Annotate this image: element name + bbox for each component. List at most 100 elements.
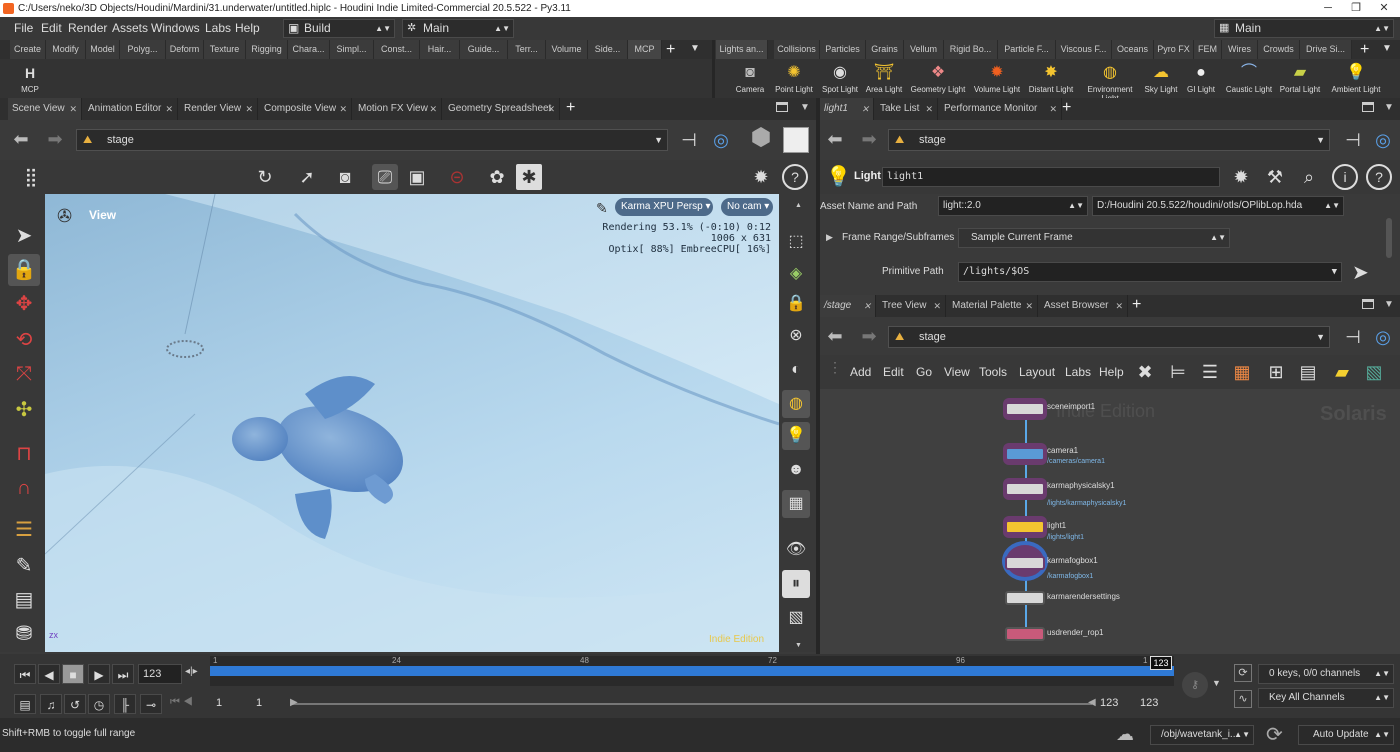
viewport[interactable]: ✇ View ✎ Karma XPU Persp ▾ No cam ▾ Rend…	[45, 194, 779, 652]
network-menu-view[interactable]: View	[944, 361, 970, 384]
maximize-pane-icon[interactable]	[1362, 299, 1374, 309]
shelf-tab-rigid-bodies[interactable]: Rigid Bo...	[944, 40, 998, 59]
menu-labs[interactable]: Labs	[205, 17, 231, 40]
link-icon[interactable]: ◎	[1370, 324, 1396, 350]
pause-render-icon[interactable]: ⏸	[782, 570, 810, 598]
close-tab-icon[interactable]: ✕	[1049, 98, 1057, 120]
camera-tool-icon[interactable]: ◙	[332, 164, 358, 190]
shelf-tab-particles[interactable]: Particles	[820, 40, 866, 59]
maximize-pane-icon[interactable]	[1362, 102, 1374, 112]
network-menu-help[interactable]: Help	[1099, 361, 1124, 384]
shelf-tab-deform[interactable]: Deform	[166, 40, 204, 59]
shelf-tool-environment-light[interactable]: ◍Environment Light	[1080, 62, 1140, 103]
tab-stage-network[interactable]: /stage ✕	[820, 295, 876, 317]
primitive-path-field[interactable]: /lights/$OS ▼	[958, 262, 1342, 282]
back-arrow-icon[interactable]: ⬅	[8, 126, 34, 152]
tab-composite-view[interactable]: Composite View ✕	[260, 98, 352, 120]
loop-icon[interactable]: ↺	[64, 694, 86, 714]
close-tab-icon[interactable]: ✕	[165, 98, 173, 120]
rotate-tool-icon[interactable]: ⟲	[8, 324, 40, 356]
keys-status-field[interactable]: 0 keys, 0/0 channels ▲▼	[1258, 664, 1394, 684]
search-icon[interactable]: ⌕	[1296, 164, 1322, 190]
network-editor[interactable]: Indie Edition Solaris	[820, 389, 1400, 654]
lock-icon[interactable]: 🔒	[8, 254, 40, 286]
handle-tool-icon[interactable]: ⛃	[8, 618, 40, 650]
fps-clock-icon[interactable]: ◷	[88, 694, 110, 714]
shelf-tab-wires[interactable]: Wires	[1222, 40, 1258, 59]
shelf-tab-viscous-fluids[interactable]: Viscous F...	[1056, 40, 1112, 59]
play-button[interactable]: ▶	[88, 664, 110, 684]
cube-icon[interactable]: ⬢	[748, 125, 774, 151]
close-tab-icon[interactable]: ✕	[863, 295, 871, 317]
obj-path-field[interactable]: /obj/wavetank_i... ▲▼	[1150, 725, 1254, 745]
forward-arrow-icon[interactable]: ➡	[42, 126, 68, 152]
wrench-tools-icon[interactable]: ✖	[1132, 359, 1158, 385]
node-karmafogbox1[interactable]	[1005, 556, 1045, 570]
menu-help[interactable]: Help	[235, 17, 260, 40]
scroll-up-icon[interactable]: ▲	[795, 202, 802, 209]
asset-path-field[interactable]: D:/Houdini 20.5.522/houdini/otls/OPlibLo…	[1092, 196, 1344, 216]
help-icon[interactable]: ?	[782, 164, 808, 190]
grid-icon[interactable]: ⊞	[1263, 359, 1289, 385]
environment-light-toggle-icon[interactable]: ◍	[782, 390, 810, 418]
menu-windows[interactable]: Windows	[151, 17, 200, 40]
pane-menu-arrow-icon[interactable]: ▼	[800, 102, 810, 113]
shelf-tool-ambient-light[interactable]: 💡 Ambient Light	[1326, 62, 1386, 98]
go-to-end-button[interactable]: ⏭	[112, 664, 134, 684]
display-geometry-icon[interactable]: ◈	[782, 260, 810, 288]
viewport-layout-icon[interactable]: ▧	[782, 604, 810, 632]
shelf-tab-drive-sim[interactable]: Drive Si...	[1300, 40, 1352, 59]
tab-tree-view[interactable]: Tree View ✕	[878, 295, 946, 317]
select-tool-icon[interactable]: ➚	[294, 164, 320, 190]
color-palette-icon[interactable]: ▦	[1229, 359, 1255, 385]
shelf-tab-polygon[interactable]: Polyg...	[120, 40, 166, 59]
close-tab-icon[interactable]: ✕	[1025, 295, 1033, 317]
range-end-field[interactable]: 123	[1096, 694, 1134, 714]
menu-file[interactable]: File	[14, 17, 33, 40]
parameter-scrollbar[interactable]	[1386, 218, 1392, 258]
background-swatch-icon[interactable]	[783, 127, 809, 153]
tab-light1[interactable]: light1 ✕	[820, 98, 874, 120]
close-tab-icon[interactable]: ✕	[547, 98, 555, 120]
expand-arrow-icon[interactable]: ▶	[826, 232, 833, 243]
close-tab-icon[interactable]: ✕	[69, 98, 77, 120]
shelf-tool-portal-light[interactable]: ▰ Portal Light	[1272, 62, 1328, 98]
shelf-tool-point-light[interactable]: ✺ Point Light	[768, 62, 820, 98]
shelf-tab-grains[interactable]: Grains	[866, 40, 904, 59]
network-path[interactable]: ⛰ stage ▼	[888, 326, 1330, 348]
minimize-button[interactable]: ─	[1314, 0, 1342, 17]
pane-menu-arrow-icon[interactable]: ▼	[1384, 102, 1394, 113]
tab-asset-browser[interactable]: Asset Browser ✕	[1040, 295, 1128, 317]
shelf-tab-mcp[interactable]: MCP	[628, 40, 662, 59]
audio-icon[interactable]: ♫	[40, 694, 62, 714]
frame-range-select[interactable]: Sample Current Frame ▲▼	[958, 228, 1230, 248]
shelf-tab-constraints[interactable]: Const...	[374, 40, 420, 59]
tab-scene-view[interactable]: Scene View ✕	[8, 98, 82, 120]
node-usdrender-rop1[interactable]	[1005, 627, 1045, 641]
shelf-tool-area-light[interactable]: ⛩ Area Light	[858, 62, 910, 98]
render-region-icon[interactable]: ✿	[484, 164, 510, 190]
display-ground-icon[interactable]: ⬚	[782, 228, 810, 256]
shelf-tab-guide[interactable]: Guide...	[460, 40, 508, 59]
add-pane-tab-icon[interactable]: +	[566, 99, 575, 117]
node-light1[interactable]	[1005, 520, 1045, 534]
range-icon[interactable]: ╟	[114, 694, 136, 714]
shelf-tool-caustic-light[interactable]: ⌒ Caustic Light	[1220, 62, 1278, 98]
shelf-tab-fem[interactable]: FEM	[1194, 40, 1222, 59]
shelf-menu-arrow-icon[interactable]: ▼	[1382, 43, 1392, 54]
node-name-field[interactable]: light1	[882, 167, 1220, 187]
menu-render[interactable]: Render	[68, 17, 107, 40]
visibility-icon[interactable]: 👁	[782, 536, 810, 564]
link-icon[interactable]: ◎	[1370, 127, 1396, 153]
back-arrow-icon[interactable]: ⬅	[822, 126, 848, 152]
tree-layout-icon[interactable]: ⊨	[1165, 359, 1191, 385]
menu-assets[interactable]: Assets	[112, 17, 148, 40]
range-start2-field[interactable]: 1	[252, 694, 292, 714]
close-tab-icon[interactable]: ✕	[933, 295, 941, 317]
shelf-tab-modify[interactable]: Modify	[46, 40, 86, 59]
link-icon[interactable]: ◎	[708, 127, 734, 153]
shelf-tab-character[interactable]: Chara...	[288, 40, 330, 59]
node-karmarendersettings[interactable]	[1005, 591, 1045, 605]
close-tab-icon[interactable]: ✕	[1115, 295, 1123, 317]
display-options-icon[interactable]: ✱	[516, 164, 542, 190]
